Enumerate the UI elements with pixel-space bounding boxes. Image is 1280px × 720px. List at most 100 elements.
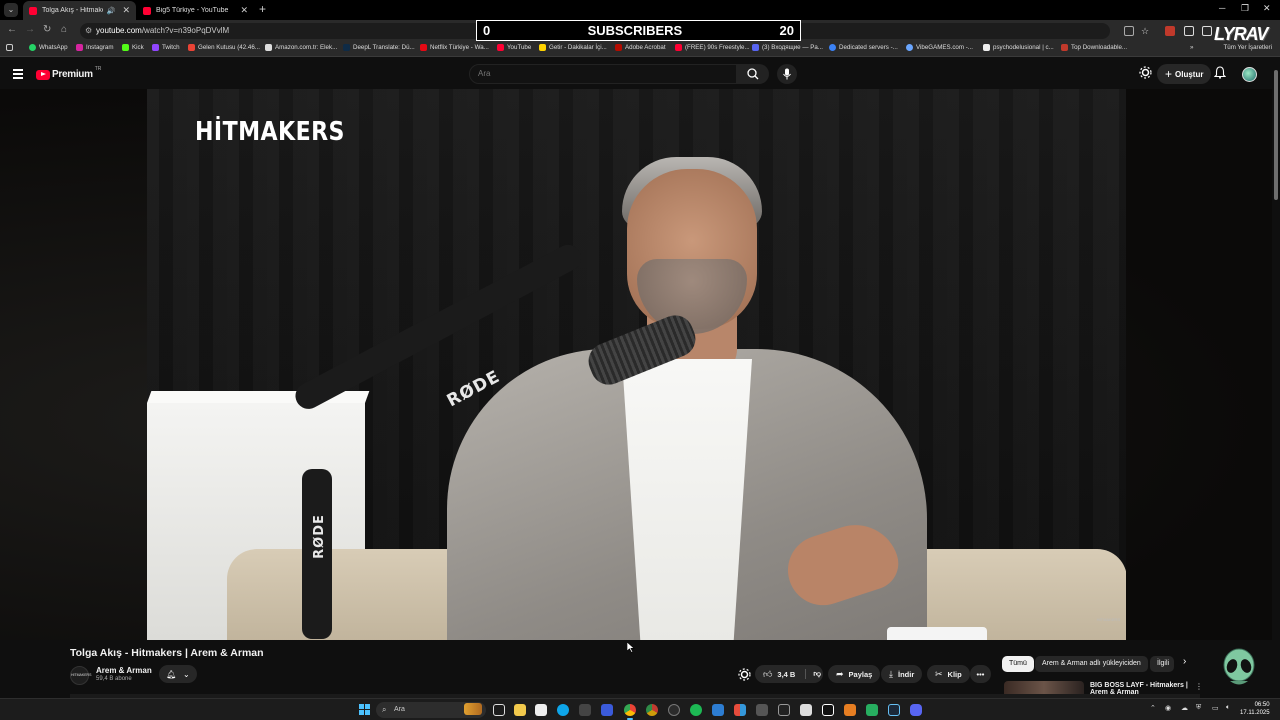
voice-search-button[interactable] bbox=[777, 64, 797, 84]
extension-icon[interactable] bbox=[1165, 26, 1175, 36]
install-app-icon[interactable] bbox=[1124, 26, 1134, 36]
chrome-profile-icon[interactable] bbox=[646, 704, 658, 716]
restore-button[interactable]: ❐ bbox=[1241, 3, 1249, 14]
browser-tab-strip: ⌄ Tolga Akış - Hitmakers | Arem & Arman … bbox=[0, 0, 1280, 20]
app-icon[interactable] bbox=[778, 704, 790, 716]
bookmark-whatsapp[interactable]: WhatsApp bbox=[29, 44, 68, 51]
cloud-icon[interactable]: ☁ bbox=[1181, 704, 1188, 712]
clip-button[interactable]: ✂ Klip bbox=[927, 665, 970, 683]
app-icon[interactable] bbox=[734, 704, 746, 716]
more-actions-button[interactable]: ••• bbox=[970, 665, 991, 683]
search-button[interactable] bbox=[737, 64, 769, 84]
dislike-icon[interactable]: 👎︎ bbox=[805, 669, 821, 679]
bookmark-deepl[interactable]: DeepL Translate: Dü... bbox=[343, 44, 415, 51]
search-box[interactable] bbox=[469, 64, 737, 84]
bookmark-youtube[interactable]: YouTube bbox=[497, 44, 531, 51]
taskbar-clock[interactable]: 06:50 17.11.2025 bbox=[1240, 701, 1270, 717]
gear-icon[interactable] bbox=[738, 668, 751, 681]
account-avatar[interactable] bbox=[1242, 67, 1257, 82]
page-scrollbar-thumb[interactable] bbox=[1274, 70, 1278, 200]
tray-overflow-icon[interactable]: ⌃ bbox=[1150, 704, 1156, 712]
app-icon[interactable] bbox=[844, 704, 856, 716]
app-icon[interactable] bbox=[800, 704, 812, 716]
app-icon[interactable] bbox=[866, 704, 878, 716]
bookmark-getir[interactable]: Getir - Dakikalar İçi... bbox=[539, 44, 607, 51]
apps-grid-icon[interactable] bbox=[6, 44, 16, 51]
bookmark-servers[interactable]: Dedicated servers -... bbox=[829, 44, 898, 51]
spotify-icon[interactable] bbox=[690, 704, 702, 716]
tab-search-chevron-icon[interactable]: ⌄ bbox=[4, 3, 18, 17]
tab-close-icon[interactable]: ✕ bbox=[122, 5, 130, 16]
chevron-right-icon[interactable]: › bbox=[1183, 656, 1186, 667]
shield-icon[interactable]: ⛨ bbox=[1196, 704, 1201, 712]
site-info-icon[interactable]: ⚙ bbox=[85, 26, 92, 35]
bookmark-acrobat[interactable]: Adobe Acrobat bbox=[615, 44, 666, 51]
channel-avatar[interactable]: HITMAKERS bbox=[70, 666, 91, 685]
chip-all[interactable]: Tümü bbox=[1002, 656, 1034, 672]
recommended-more-icon[interactable]: ⋮ bbox=[1195, 682, 1203, 691]
download-button[interactable]: ⤓ İndir bbox=[881, 665, 923, 683]
bookmark-psychodelusional[interactable]: psychodelusional | c... bbox=[983, 44, 1054, 51]
like-dislike-group: 👍︎ 3,4 B 👎︎ bbox=[755, 665, 823, 683]
app-icon[interactable] bbox=[601, 704, 613, 716]
store-icon[interactable] bbox=[535, 704, 547, 716]
app-icon[interactable] bbox=[668, 704, 680, 716]
reload-icon[interactable]: ↻ bbox=[43, 24, 51, 35]
bookmark-vibegames[interactable]: VibeGAMES.com -... bbox=[906, 44, 973, 51]
search-input[interactable] bbox=[478, 69, 718, 78]
steam-icon[interactable] bbox=[888, 704, 900, 716]
like-icon[interactable]: 👍︎ bbox=[763, 669, 772, 680]
bookmark-twitch[interactable]: Twitch bbox=[152, 44, 180, 51]
bookmark-mail[interactable]: (3) Входящие — Pa... bbox=[752, 44, 823, 51]
video-player[interactable]: RØDE RØDE HİTMAKERS HITMAKERS bbox=[147, 89, 1126, 640]
share-button[interactable]: ➦ Paylaş bbox=[828, 665, 881, 683]
menu-hamburger-icon[interactable] bbox=[13, 69, 23, 81]
new-tab-button[interactable]: + bbox=[259, 2, 266, 16]
create-button[interactable]: + Oluştur bbox=[1157, 64, 1212, 84]
bookmark-kick[interactable]: Kick bbox=[122, 44, 144, 51]
tab-close-icon[interactable]: ✕ bbox=[240, 5, 248, 16]
bookmark-freestyle[interactable]: (FREE) 90s Freestyle... bbox=[675, 44, 750, 51]
app-icon[interactable] bbox=[822, 704, 834, 716]
forward-arrow-icon[interactable]: → bbox=[25, 24, 35, 35]
bookmark-gmail[interactable]: Gelen Kutusu (42.46... bbox=[188, 44, 260, 51]
tab-active-video[interactable]: Tolga Akış - Hitmakers | Arem & Arman 🔊 … bbox=[23, 1, 136, 20]
like-count[interactable]: 3,4 B bbox=[777, 670, 795, 679]
chip-related[interactable]: İlgili bbox=[1150, 656, 1174, 672]
back-arrow-icon[interactable]: ← bbox=[7, 24, 17, 35]
tray-icon[interactable]: ◉ bbox=[1165, 704, 1171, 712]
app-icon[interactable] bbox=[712, 704, 724, 716]
task-view-icon[interactable] bbox=[493, 704, 505, 716]
channel-name[interactable]: Arem & Arman bbox=[96, 666, 152, 675]
chip-from-uploader[interactable]: Arem & Arman adlı yükleyiciden bbox=[1035, 656, 1148, 672]
all-bookmarks[interactable]: Tüm Yer İşaretleri bbox=[1224, 44, 1273, 51]
extension-icon[interactable] bbox=[1184, 26, 1194, 36]
edge-icon[interactable] bbox=[557, 704, 569, 716]
discord-icon[interactable] bbox=[910, 704, 922, 716]
youtube-logo[interactable]: Premium TR bbox=[36, 66, 101, 80]
bookmark-downloadable[interactable]: Top Downloadable... bbox=[1061, 44, 1127, 51]
bookmark-instagram[interactable]: Instagram bbox=[76, 44, 114, 51]
bookmark-netflix[interactable]: Netflix Türkiye - Wa... bbox=[420, 44, 489, 51]
bookmark-star-icon[interactable]: ☆ bbox=[1141, 26, 1151, 36]
tab-big5[interactable]: Big5 Türkiye - YouTube ✕ bbox=[137, 1, 254, 20]
clock-time: 06:50 bbox=[1254, 702, 1270, 708]
gear-icon[interactable] bbox=[1139, 66, 1152, 79]
tab-audio-icon[interactable]: 🔊 bbox=[107, 7, 116, 15]
volume-icon[interactable]: 🔈︎ bbox=[1226, 704, 1230, 712]
notifications-bell-icon[interactable] bbox=[1214, 66, 1226, 79]
extensions-puzzle-icon[interactable] bbox=[1202, 26, 1212, 36]
app-icon[interactable] bbox=[756, 704, 768, 716]
windows-start-icon[interactable] bbox=[359, 704, 370, 715]
taskbar-search[interactable]: ⌕ Ara bbox=[376, 702, 486, 718]
file-explorer-icon[interactable] bbox=[514, 704, 526, 716]
subscription-bell-button[interactable]: 🔔︎ ⌄ bbox=[159, 665, 197, 683]
bookmark-amazon[interactable]: Amazon.com.tr: Elek... bbox=[265, 44, 337, 51]
minimize-button[interactable]: ─ bbox=[1219, 3, 1225, 13]
close-window-button[interactable]: ✕ bbox=[1263, 3, 1271, 14]
settings-app-icon[interactable] bbox=[579, 704, 591, 716]
bookmarks-overflow-icon[interactable]: » bbox=[1190, 44, 1193, 51]
home-icon[interactable]: ⌂ bbox=[61, 24, 67, 35]
chrome-icon[interactable] bbox=[624, 704, 636, 720]
network-icon[interactable]: ▭ bbox=[1212, 704, 1219, 712]
